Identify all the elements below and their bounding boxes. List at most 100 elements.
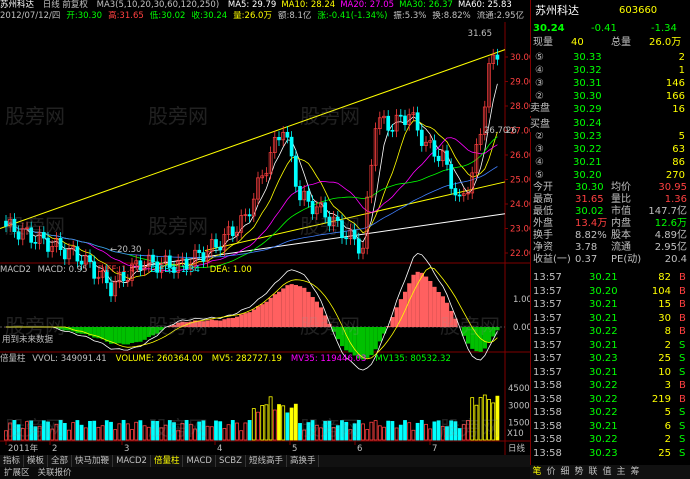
indicator-tab[interactable]: 倍量柱 [151, 455, 184, 467]
indicator-tab[interactable]: 短线高手 [246, 455, 287, 467]
info-bar: 2012/07/12/四 开:30.30 高:31.65 低:30.02 收:30.24… [0, 11, 530, 22]
macd-histogram-bar [310, 297, 315, 328]
macd-histogram-bar [121, 327, 126, 345]
volume-bar [184, 419, 189, 441]
quote-tab[interactable]: 主 [614, 465, 628, 479]
order-volume: 86 [672, 157, 685, 168]
quote-tab[interactable]: 价 [544, 465, 558, 479]
volume-bar [193, 428, 197, 441]
indicator-tab[interactable]: 模板 [24, 455, 49, 467]
macd-histogram-bar [201, 321, 206, 328]
volume-bar [25, 421, 29, 441]
tick-time: 13:57 [533, 339, 562, 351]
volume-bar [365, 429, 370, 441]
current-volume: 40 [571, 37, 584, 48]
order-level: ④ [535, 65, 544, 76]
macd-histogram-bar [247, 312, 252, 328]
volume-bar [71, 422, 76, 441]
tick-time: 13:57 [533, 312, 562, 324]
macd-histogram-bar [419, 272, 424, 328]
volume-bar [323, 420, 328, 441]
volume-bar [247, 420, 252, 441]
extension-tabs: 扩展区 关联报价 [0, 467, 530, 479]
total-volume: 26.0万 [649, 37, 682, 48]
volume-bar [466, 420, 470, 441]
info-value: 涨:-0.41(-1.34%) [317, 11, 388, 21]
tick-side: B [679, 393, 686, 405]
volume-bar [382, 426, 386, 441]
macd-histogram-bar [424, 276, 429, 328]
candle-body [356, 238, 361, 254]
extension-tab[interactable]: 扩展区 [0, 467, 34, 479]
ma-value: MA10: 28.24 [281, 0, 336, 10]
macd-histogram-bar [218, 320, 223, 328]
order-level: ④ [535, 157, 544, 168]
tick-side: S [679, 434, 686, 445]
indicator-tab[interactable]: 全部 [48, 455, 73, 467]
macd-histogram-bar [466, 327, 471, 344]
volume-bar [218, 421, 223, 441]
extension-tab[interactable]: 关联报价 [34, 467, 76, 479]
candle-body [218, 246, 223, 251]
macd-axis-label: 0.00 [513, 323, 530, 333]
volume-bar [264, 404, 269, 441]
kline-chart-area[interactable]: 30.0029.0028.0027.0026.0025.0024.0023.00… [0, 0, 530, 455]
quote-tab[interactable]: 细 [558, 465, 572, 479]
tick-price: 30.21 [589, 339, 618, 351]
volume-bar [12, 420, 17, 441]
volume-bar [214, 420, 218, 441]
macd-histogram-bar [117, 327, 122, 344]
price-axis-label: 25.00 [510, 176, 530, 186]
quote-pct: -1.34 [651, 23, 677, 34]
tick-side: B [679, 380, 686, 391]
macd-histogram-bar [445, 302, 450, 328]
quote-tab[interactable]: 值 [600, 465, 614, 479]
volume-bar [230, 420, 235, 441]
volume-bar [109, 421, 113, 441]
volume-bar [394, 427, 399, 441]
tick-time: 13:58 [533, 380, 562, 391]
volume-name: 倍量柱 [0, 354, 26, 364]
candle-body [390, 129, 395, 132]
volume-bar [96, 426, 101, 441]
order-price: 30.32 [573, 65, 602, 76]
volume-bar [256, 411, 260, 441]
stat-label: 收益(一) [533, 254, 571, 265]
quote-tab[interactable]: 联 [586, 465, 600, 479]
candle-body [344, 237, 349, 240]
indicator-tab[interactable]: 快马加鞭 [72, 455, 114, 467]
quote-tab[interactable]: 势 [572, 465, 586, 479]
order-row: ③ 30.22 63 [531, 143, 690, 157]
total-volume-label: 总量 [611, 37, 631, 48]
indicator-tab[interactable]: MACD [183, 455, 216, 467]
period-indicator: 日线 [508, 443, 526, 454]
volume-bar [50, 428, 55, 441]
volume-bar [314, 424, 319, 441]
volume-bar [310, 420, 315, 441]
volume-bar [419, 419, 424, 441]
candle-body [453, 188, 458, 196]
volume-bar [453, 421, 458, 441]
indicator-tab[interactable]: 指标 [0, 455, 25, 467]
order-volume: 146 [665, 78, 685, 89]
volume-bar [436, 420, 441, 441]
candle-body [285, 131, 290, 138]
tick-volume: 219 [651, 393, 671, 405]
indicator-tab[interactable]: MACD2 [113, 455, 151, 467]
indicator-tab[interactable]: 高换手 [287, 455, 320, 467]
candle-body [79, 260, 84, 265]
order-row: ①30.24 [531, 117, 690, 131]
macd-histogram-bar [432, 286, 437, 328]
price-axis-label: 28.00 [510, 102, 530, 112]
indicator-tab[interactable]: SCBZ [216, 455, 246, 467]
info-value: 流通:2.95亿 [476, 11, 525, 21]
volume-bar [130, 429, 134, 441]
volume-value: VOLUME: 260364.00 [115, 354, 203, 364]
quote-tab[interactable]: 笔 [530, 465, 544, 479]
tick-row: 13:58 30.22 5 S [531, 406, 690, 420]
macd-histogram-bar [407, 283, 412, 328]
order-level: ③ [535, 144, 544, 155]
volume-value: MV5: 282727.19 [211, 354, 282, 364]
macd-histogram-bar [230, 317, 235, 328]
quote-tab[interactable]: 筹 [628, 465, 642, 479]
